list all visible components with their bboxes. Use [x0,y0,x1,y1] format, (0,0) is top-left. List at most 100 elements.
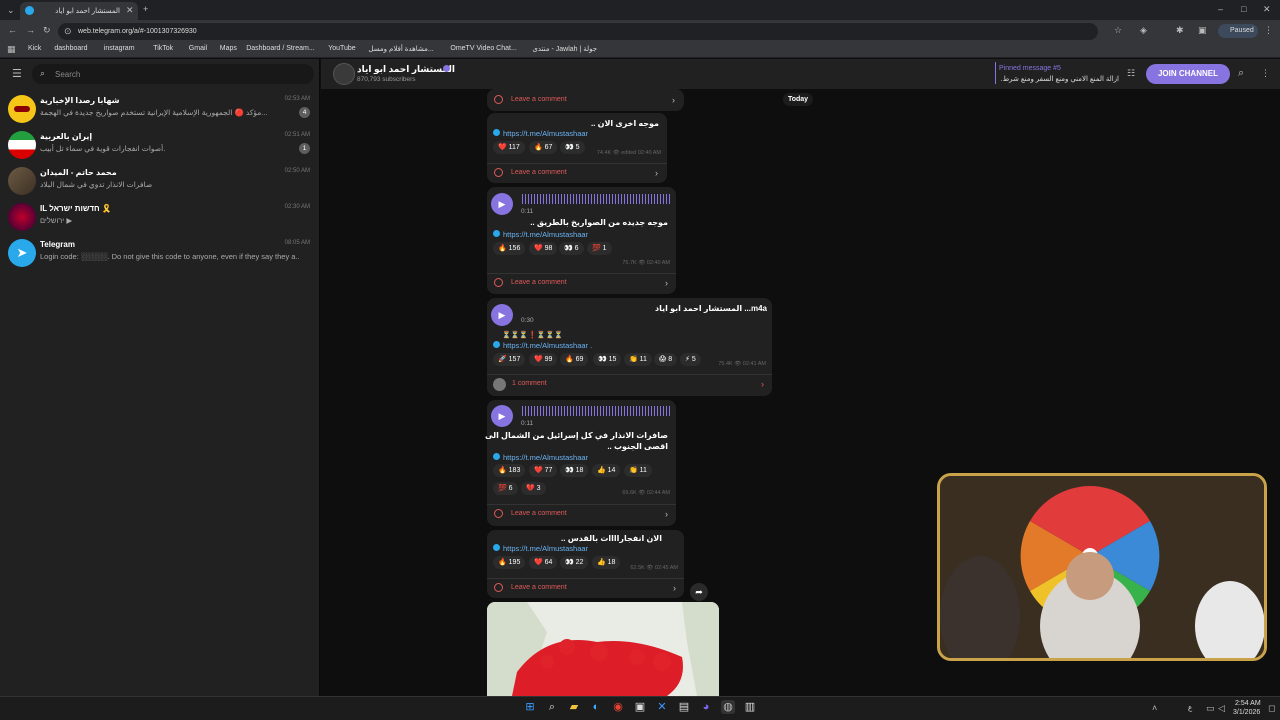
reaction-chip[interactable]: 👀 15 [593,353,622,366]
leave-comment-link[interactable]: Leave a comment [511,96,567,103]
split-view-icon[interactable]: ▣ [1198,26,1207,35]
search-icon[interactable]: ⌕ [545,700,559,714]
search-icon[interactable]: ⌕ [1238,68,1244,79]
bookmark-star-icon[interactable]: ☆ [1114,26,1122,35]
url-field[interactable]: web.telegram.org/a/#-1001307326930 ⊙ [58,23,1098,40]
file-explorer-icon[interactable]: ▰ [567,700,581,714]
notification-icon[interactable]: ◻ [1268,704,1275,713]
chat-item-mohammad-hatem[interactable]: محمد حاتم - الميدان صافرات الانذار تدوي … [0,164,320,200]
tab-search-icon[interactable]: ⌄ [7,6,15,15]
apps-grid-icon[interactable]: ▦ [7,45,16,54]
map-image[interactable] [487,602,719,696]
forward-icon[interactable]: → [26,26,35,35]
pinned-label[interactable]: Pinned message #5 [999,65,1061,72]
windows-start-icon[interactable]: ⊞ [523,700,537,714]
reaction-chip[interactable]: ❤️ 117 [493,141,525,154]
bookmark-item[interactable]: YouTube [328,45,356,52]
reaction-chip[interactable]: ❤️ 77 [529,464,558,477]
reaction-chip[interactable]: ❤️ 98 [529,242,558,255]
reaction-chip[interactable]: ❤️ 99 [529,353,558,366]
reaction-chip[interactable]: 🔥 69 [560,353,589,366]
close-window-icon[interactable]: ✕ [1263,5,1271,14]
message-link[interactable]: https://t.me/Almustashaar [503,129,588,138]
reload-icon[interactable]: ↻ [43,26,51,35]
reaction-chip[interactable]: 💯 1 [587,242,612,255]
app-icon[interactable]: ▤ [677,700,691,714]
more-icon[interactable]: ⋮ [1261,69,1270,78]
chat-item-iran-arabic[interactable]: إيران بالعربية أصوات انفجارات قوية في سم… [0,128,320,164]
main-menu-icon[interactable]: ☰ [12,69,22,80]
reaction-chip[interactable]: 👀 22 [560,556,589,569]
leave-comment-link[interactable]: Leave a comment [511,279,567,286]
language-indicator[interactable]: ع [1188,704,1192,712]
maximize-icon[interactable]: □ [1241,5,1246,14]
reaction-chip[interactable]: 👀 6 [559,242,584,255]
bookmark-item[interactable]: TikTok [153,45,173,52]
comments-link[interactable]: 1 comment [512,380,547,387]
puzzle-icon[interactable]: ✱ [1176,26,1184,35]
steam-icon[interactable]: ◍ [721,700,735,714]
chat-item-telegram[interactable]: ➤ Telegram Login code: ░░░░░. Do not giv… [0,236,320,272]
chrome-icon[interactable]: ◉ [611,700,625,714]
bookmark-item[interactable]: منتدى - Jawlah | جولة [532,45,597,53]
site-info-icon[interactable]: ⊙ [64,27,72,36]
leave-comment-link[interactable]: Leave a comment [511,584,567,591]
reaction-chip[interactable]: 🔥 156 [493,242,526,255]
leave-comment-link[interactable]: Leave a comment [511,510,567,517]
pinned-list-icon[interactable]: ☷ [1127,69,1135,78]
extension-icon[interactable]: ◈ [1140,26,1147,35]
bookmark-item[interactable]: Kick [28,45,41,52]
voice-waveform[interactable] [522,406,672,416]
search-input[interactable]: ⌕ Search [32,64,314,84]
forward-icon[interactable]: ➦ [690,583,708,601]
bookmark-item[interactable]: Maps [220,45,237,52]
play-icon[interactable]: ▶ [491,193,513,215]
channel-name[interactable]: المستشار احمد ابو اياد [357,64,455,75]
bookmark-item[interactable]: Dashboard / Stream... [246,45,314,52]
discord-icon[interactable]: ◕ [699,700,713,714]
reaction-chip[interactable]: 🔥 183 [493,464,526,477]
reaction-chip[interactable]: 💔 3 [521,482,546,495]
profile-paused-chip[interactable]: Paused [1218,24,1258,38]
clock-time[interactable]: 2:54 AM [1235,700,1261,707]
reaction-chip[interactable]: 🔥 67 [529,141,558,154]
browser-menu-icon[interactable]: ⋮ [1264,26,1273,35]
reaction-chip[interactable]: ⚡ 5 [680,353,701,366]
play-icon[interactable]: ▶ [491,405,513,427]
message-link[interactable]: https://t.me/Almustashaar . [503,341,592,350]
bookmark-item[interactable]: OmeTV Video Chat... [450,45,516,52]
chat-item-shahaba[interactable]: شهابا رصدا الإخبارية مؤكد 🔴 الجمهورية ال… [0,92,320,128]
back-icon[interactable]: ← [8,26,17,35]
reaction-chip[interactable]: 😱 8 [654,353,678,366]
close-tab-icon[interactable]: ✕ [126,6,134,15]
join-channel-button[interactable]: JOIN CHANNEL [1146,64,1230,84]
edge-icon[interactable]: ◐ [589,700,603,714]
bookmark-item[interactable]: dashboard [54,45,87,52]
channel-avatar[interactable] [333,63,355,85]
leave-comment-link[interactable]: Leave a comment [511,169,567,176]
reaction-chip[interactable]: 💯 6 [493,482,518,495]
chat-item-israel-news[interactable]: IL חדשות ישראל 🎗️ ירושלים ▶ 02:30 AM [0,200,320,236]
reaction-chip[interactable]: 👏 11 [624,353,652,366]
store-icon[interactable]: ▣ [633,700,647,714]
message-link[interactable]: https://t.me/Almustashaar [503,453,588,462]
network-icon[interactable]: ▭ [1206,704,1215,713]
bookmark-item[interactable]: Gmail [189,45,207,52]
reaction-chip[interactable]: 🔥 195 [493,556,526,569]
message-link[interactable]: https://t.me/Almustashaar [503,544,588,553]
reaction-chip[interactable]: 👀 5 [560,141,585,154]
new-tab-icon[interactable]: + [143,5,148,14]
reaction-chip[interactable]: ❤️ 64 [529,556,558,569]
bookmark-item[interactable]: مشاهدة أفلام ومسل... [368,45,433,53]
voice-waveform[interactable] [522,194,672,204]
reaction-chip[interactable]: 👏 11 [624,464,652,477]
clock-date[interactable]: 3/1/2026 [1233,709,1260,716]
app-icon[interactable]: ▥ [743,700,757,714]
pinned-text[interactable]: ازالة المنع الامني ومنع السفر ومنع شرط..… [1001,75,1119,83]
reaction-chip[interactable]: 🚀 157 [493,353,526,366]
reaction-chip[interactable]: 👍 14 [592,464,621,477]
bookmark-item[interactable]: instagram [104,45,135,52]
tray-chevron-icon[interactable]: ˄ [1152,704,1157,713]
browser-tab[interactable]: المستشار احمد ابو اياد ✕ [20,2,138,20]
volume-icon[interactable]: ◁ [1218,704,1225,713]
